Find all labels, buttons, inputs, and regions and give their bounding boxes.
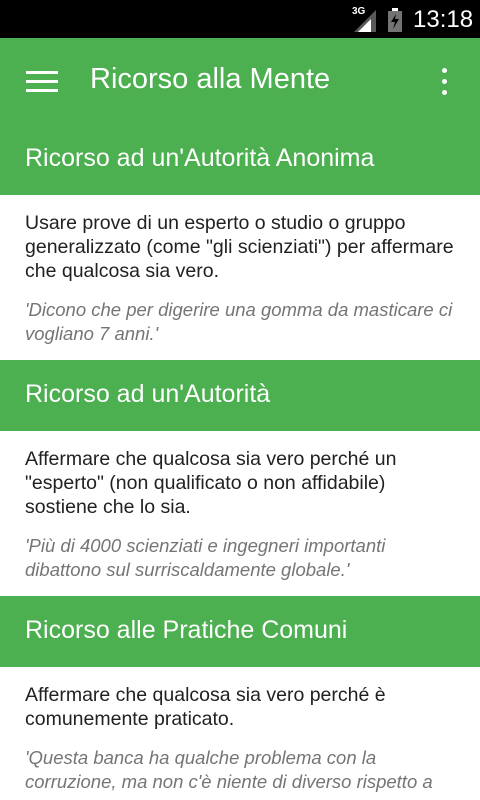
- fallacy-body: Usare prove di un esperto o studio o gru…: [0, 195, 480, 360]
- fallacy-description: Affermare che qualcosa sia vero perché è…: [25, 684, 386, 730]
- fallacy-example: 'Questa banca ha qualche problema con la…: [25, 747, 433, 792]
- battery-charging-icon: [388, 8, 402, 32]
- app-bar: Ricorso alla Mente: [0, 38, 480, 124]
- fallacy-title: Ricorso ad un'Autorità: [0, 360, 480, 431]
- status-clock: 13:18: [413, 6, 474, 33]
- app-title: Ricorso alla Mente: [90, 63, 331, 95]
- more-vertical-icon[interactable]: [430, 66, 458, 98]
- fallacy-title: Ricorso alle Pratiche Comuni: [0, 596, 480, 667]
- hamburger-menu-icon[interactable]: [26, 71, 58, 93]
- fallacy-description: Usare prove di un esperto o studio o gru…: [25, 212, 454, 282]
- status-bar: 3G 13:18: [0, 0, 480, 38]
- signal-icon: [354, 10, 376, 32]
- fallacy-list[interactable]: Ricorso ad un'Autorità Anonima Usare pro…: [0, 124, 480, 800]
- fallacy-description: Affermare che qualcosa sia vero perché u…: [25, 448, 397, 518]
- fallacy-card[interactable]: Ricorso ad un'Autorità Anonima Usare pro…: [0, 124, 480, 360]
- fallacy-example: 'Più di 4000 scienziati e ingegneri impo…: [25, 535, 386, 580]
- fallacy-body: Affermare che qualcosa sia vero perché u…: [0, 431, 480, 596]
- fallacy-example: 'Dicono che per digerire una gomma da ma…: [25, 299, 453, 344]
- fallacy-body: Affermare che qualcosa sia vero perché è…: [0, 667, 480, 800]
- fallacy-card[interactable]: Ricorso ad un'Autorità Affermare che qua…: [0, 360, 480, 596]
- fallacy-card[interactable]: Ricorso alle Pratiche Comuni Affermare c…: [0, 596, 480, 800]
- fallacy-title: Ricorso ad un'Autorità Anonima: [0, 124, 480, 195]
